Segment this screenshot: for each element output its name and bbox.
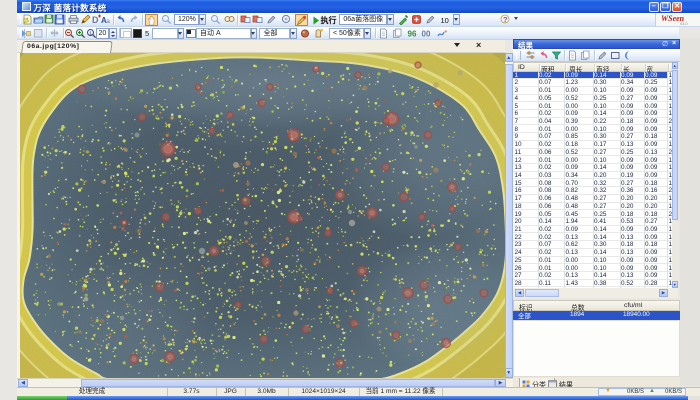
svg-text:a: a bbox=[107, 19, 111, 25]
svg-text:00: 00 bbox=[422, 29, 431, 38]
svg-text:D: D bbox=[92, 15, 99, 25]
svg-text:96: 96 bbox=[408, 29, 417, 38]
svg-text:?: ? bbox=[503, 15, 508, 24]
